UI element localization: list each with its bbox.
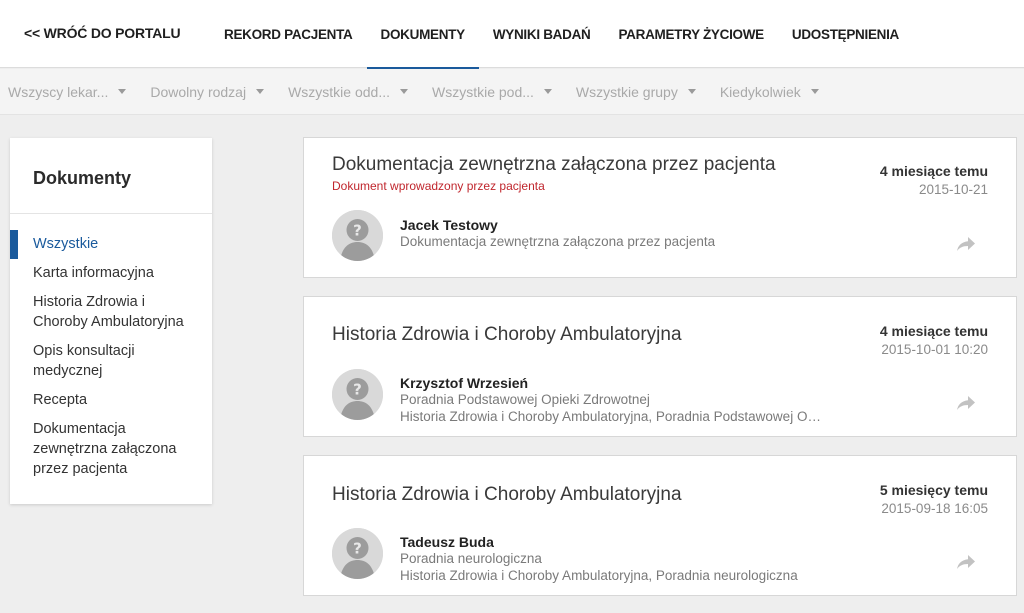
person-question-icon: ?: [332, 210, 383, 261]
filter-label: Kiedykolwiek: [719, 83, 801, 100]
document-relative-time: 4 miesiące temu: [879, 323, 988, 339]
top-navigation: << WRÓĆ DO PORTALU REKORD PACJENTA DOKUM…: [0, 0, 1024, 69]
svg-text:?: ?: [353, 222, 362, 240]
sidebar-item-information-card[interactable]: Karta informacyjna: [10, 259, 212, 288]
filter-bar: Wszyscy lekar... Dowolny rodzaj Wszystki…: [0, 69, 1024, 115]
avatar: ?: [332, 369, 383, 420]
document-meta-line: Poradnia neurologiczna: [400, 551, 542, 566]
share-button[interactable]: [956, 395, 976, 411]
document-card[interactable]: Dokumentacja zewnętrzna załączona przez …: [303, 137, 1017, 278]
tab-sharing[interactable]: UDOSTĘPNIENIA: [778, 0, 913, 68]
document-meta-line: Historia Zdrowia i Choroby Ambulatoryjna…: [400, 568, 798, 583]
document-relative-time: 4 miesiące temu: [879, 163, 988, 179]
avatar: ?: [332, 210, 383, 261]
filter-unit-dropdown[interactable]: Wszystkie pod...: [432, 84, 552, 100]
document-author: Jacek Testowy: [400, 217, 498, 233]
share-arrow-icon: [957, 396, 975, 410]
filter-department-dropdown[interactable]: Wszystkie odd...: [288, 84, 408, 100]
document-meta-line: Historia Zdrowia i Choroby Ambulatoryjna…: [400, 409, 825, 424]
document-title[interactable]: Dokumentacja zewnętrzna załączona przez …: [332, 154, 776, 176]
tab-patient-record[interactable]: REKORD PACJENTA: [210, 0, 367, 68]
sidebar-item-consultation[interactable]: Opis konsultacji medycznej: [10, 337, 212, 386]
avatar: ?: [332, 528, 383, 579]
caret-down-icon: [687, 89, 696, 94]
document-title[interactable]: Historia Zdrowia i Choroby Ambulatoryjna: [332, 324, 682, 346]
documents-sidebar: Dokumenty Wszystkie Karta informacyjna H…: [10, 138, 212, 504]
share-arrow-icon: [957, 555, 975, 569]
document-date: 2015-09-18 16:05: [881, 501, 988, 516]
filter-type-dropdown[interactable]: Dowolny rodzaj: [150, 83, 265, 100]
caret-down-icon: [543, 89, 552, 94]
filter-label: Wszystkie grupy: [575, 83, 678, 100]
tab-vital-signs[interactable]: PARAMETRY ŻYCIOWE: [604, 0, 777, 68]
document-author: Tadeusz Buda: [400, 534, 494, 550]
tab-test-results[interactable]: WYNIKI BADAŃ: [479, 0, 605, 68]
document-card[interactable]: Historia Zdrowia i Choroby Ambulatoryjna…: [303, 455, 1017, 596]
main-tabs: REKORD PACJENTA DOKUMENTY WYNIKI BADAŃ P…: [210, 0, 913, 69]
document-note: Dokument wprowadzony przez pacjenta: [332, 179, 545, 193]
caret-down-icon: [810, 89, 819, 94]
sidebar-item-all[interactable]: Wszystkie: [10, 230, 212, 259]
filter-label: Dowolny rodzaj: [150, 83, 247, 100]
share-button[interactable]: [956, 554, 976, 570]
share-button[interactable]: [956, 236, 976, 252]
document-author: Krzysztof Wrzesień: [400, 375, 529, 391]
caret-down-icon: [400, 89, 408, 94]
filter-label: Wszystkie pod...: [432, 83, 534, 100]
filter-group-dropdown[interactable]: Wszystkie grupy: [576, 84, 696, 100]
back-to-portal-link[interactable]: << WRÓĆ DO PORTALU: [24, 25, 181, 41]
svg-text:?: ?: [353, 381, 362, 399]
document-card[interactable]: Historia Zdrowia i Choroby Ambulatoryjna…: [303, 296, 1017, 437]
filter-doctor-dropdown[interactable]: Wszyscy lekar...: [8, 83, 127, 100]
document-date: 2015-10-21: [918, 182, 988, 197]
sidebar-item-health-history[interactable]: Historia Zdrowia i Choroby Ambulatoryjna: [10, 288, 212, 337]
sidebar-item-prescription[interactable]: Recepta: [10, 386, 212, 415]
tab-documents[interactable]: DOKUMENTY: [366, 0, 480, 69]
sidebar-list: Wszystkie Karta informacyjna Historia Zd…: [10, 214, 212, 484]
document-relative-time: 5 miesięcy temu: [879, 482, 988, 498]
document-meta-line: Dokumentacja zewnętrzna załączona przez …: [400, 234, 716, 249]
filter-label: Wszyscy lekar...: [8, 83, 109, 100]
person-question-icon: ?: [332, 528, 383, 579]
caret-down-icon: [118, 89, 127, 94]
sidebar-title: Dokumenty: [10, 138, 212, 214]
filter-label: Wszystkie odd...: [288, 83, 390, 100]
document-date: 2015-10-01 10:20: [881, 342, 988, 357]
svg-text:?: ?: [353, 540, 362, 558]
sidebar-item-external-docs[interactable]: Dokumentacja zewnętrzna załączona przez …: [10, 415, 212, 484]
caret-down-icon: [256, 89, 265, 94]
filter-time-dropdown[interactable]: Kiedykolwiek: [720, 84, 819, 100]
document-meta-line: Poradnia Podstawowej Opieki Zdrowotnej: [400, 392, 650, 407]
share-arrow-icon: [957, 237, 975, 251]
person-question-icon: ?: [332, 369, 383, 420]
document-title[interactable]: Historia Zdrowia i Choroby Ambulatoryjna: [332, 484, 682, 506]
